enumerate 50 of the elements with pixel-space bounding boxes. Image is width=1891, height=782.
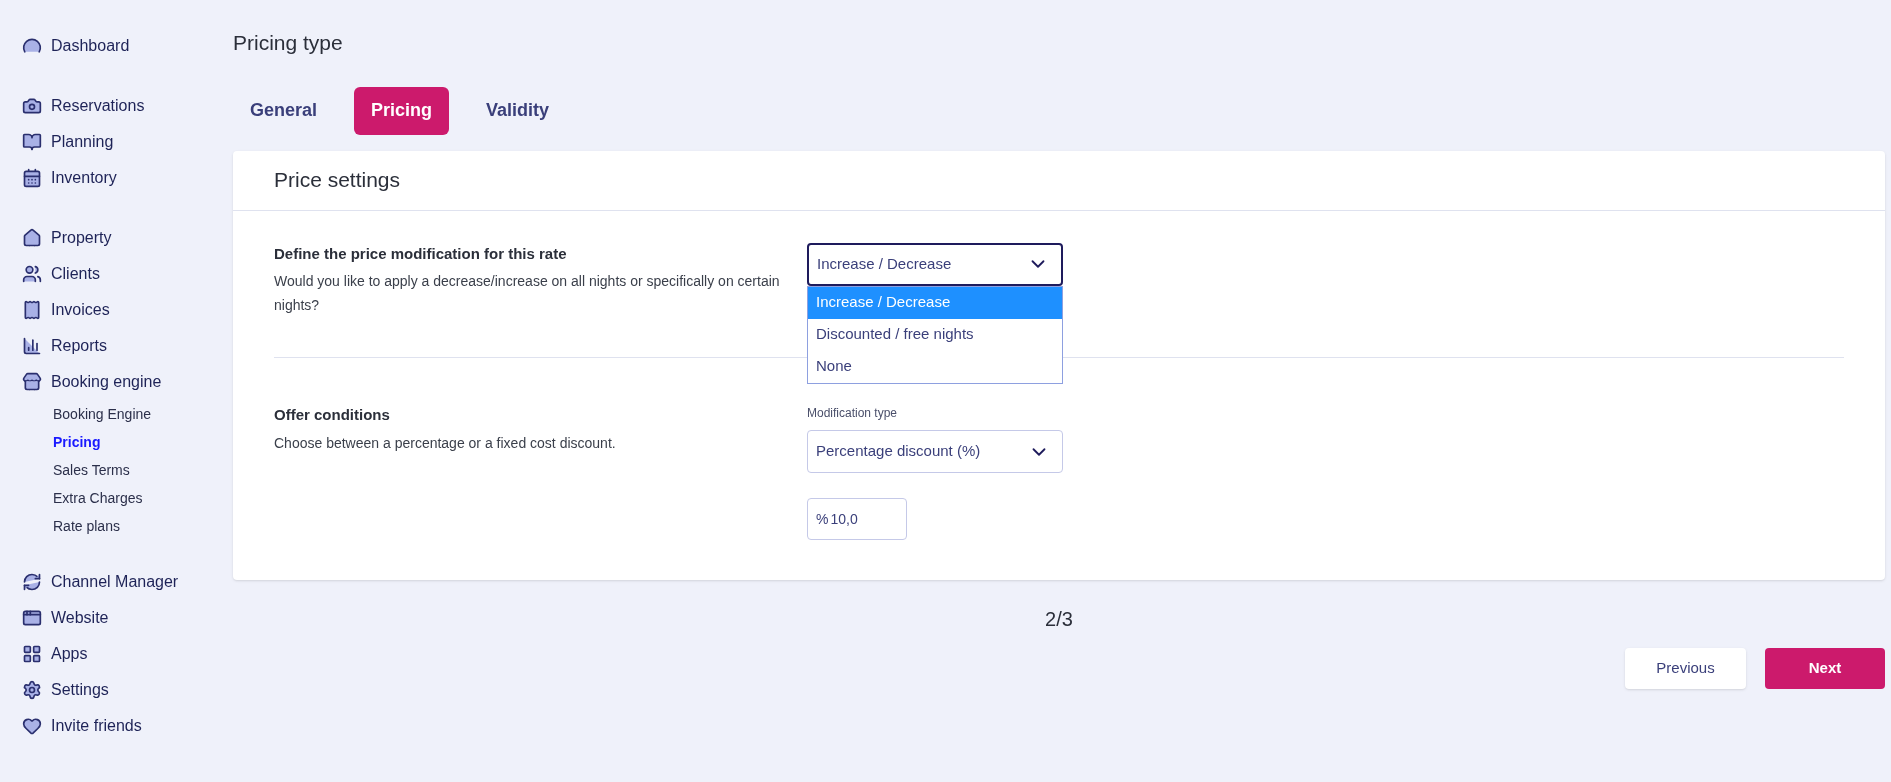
sidebar-subitem[interactable]: Pricing: [53, 428, 233, 456]
sidebar-item[interactable]: Clients: [22, 256, 233, 292]
sidebar-item[interactable]: Website: [22, 600, 233, 636]
store-icon: [22, 372, 42, 392]
tab[interactable]: General: [233, 86, 335, 135]
sidebar-subitem[interactable]: Rate plans: [53, 512, 233, 540]
sidebar-item[interactable]: Channel Manager: [22, 564, 233, 600]
sidebar-subitem[interactable]: Extra Charges: [53, 484, 233, 512]
next-button[interactable]: Next: [1765, 648, 1885, 689]
sidebar-item[interactable]: Settings: [22, 672, 233, 708]
dropdown-option[interactable]: Discounted / free nights: [808, 318, 1062, 351]
browser-window-icon: [22, 608, 42, 628]
users-icon: [22, 264, 42, 284]
step-indicator: 2/3: [1045, 607, 1073, 632]
dropdown-option[interactable]: None: [808, 350, 1062, 383]
apps-grid-icon: [22, 644, 42, 664]
calendar-icon: [22, 168, 42, 188]
dropdown-select[interactable]: Percentage discount (%): [807, 430, 1063, 473]
sync-icon: [22, 572, 42, 592]
previous-button[interactable]: Previous: [1625, 648, 1746, 689]
receipt-icon: [22, 300, 42, 320]
sidebar-subitem[interactable]: Booking Engine: [53, 400, 233, 428]
section-description: Would you like to apply a decrease/increase on all nights or specifically on certain nights?: [274, 272, 781, 315]
sidebar-item[interactable]: Booking engine: [22, 364, 233, 400]
sidebar-item[interactable]: Dashboard: [22, 28, 233, 64]
sidebar-item[interactable]: Apps: [22, 636, 233, 672]
card-title: Price settings: [233, 150, 1885, 211]
sidebar-item[interactable]: Reservations: [22, 88, 233, 124]
book-icon: [22, 132, 42, 152]
dropdown-select[interactable]: Increase / Decrease: [807, 242, 1063, 286]
heart-icon: [22, 716, 42, 736]
tab[interactable]: Validity: [469, 86, 567, 135]
bar-chart-icon: [22, 336, 42, 356]
settings-icon: [22, 680, 42, 700]
section-title: Offer conditions: [274, 405, 391, 425]
sidebar-subitem[interactable]: Sales Terms: [53, 456, 233, 484]
camera-icon: [22, 96, 42, 116]
section-title: Define the price modification for this rate: [274, 243, 568, 264]
sidebar-item[interactable]: Invite friends: [22, 708, 233, 744]
section-description: Choose between a percentage or a fixed cost discount.: [274, 433, 617, 453]
tab[interactable]: Pricing: [354, 86, 450, 135]
home-icon: [22, 228, 42, 248]
page-title: Pricing type: [233, 30, 344, 56]
amount-field[interactable]: %10,0: [807, 498, 907, 540]
sidebar-item[interactable]: Property: [22, 220, 233, 256]
sidebar-item[interactable]: Inventory: [22, 160, 233, 196]
field-label: Modification type: [807, 405, 899, 422]
sidebar-item[interactable]: Planning: [22, 124, 233, 160]
sidebar-item[interactable]: Reports: [22, 328, 233, 364]
sidebar-item[interactable]: Invoices: [22, 292, 233, 328]
